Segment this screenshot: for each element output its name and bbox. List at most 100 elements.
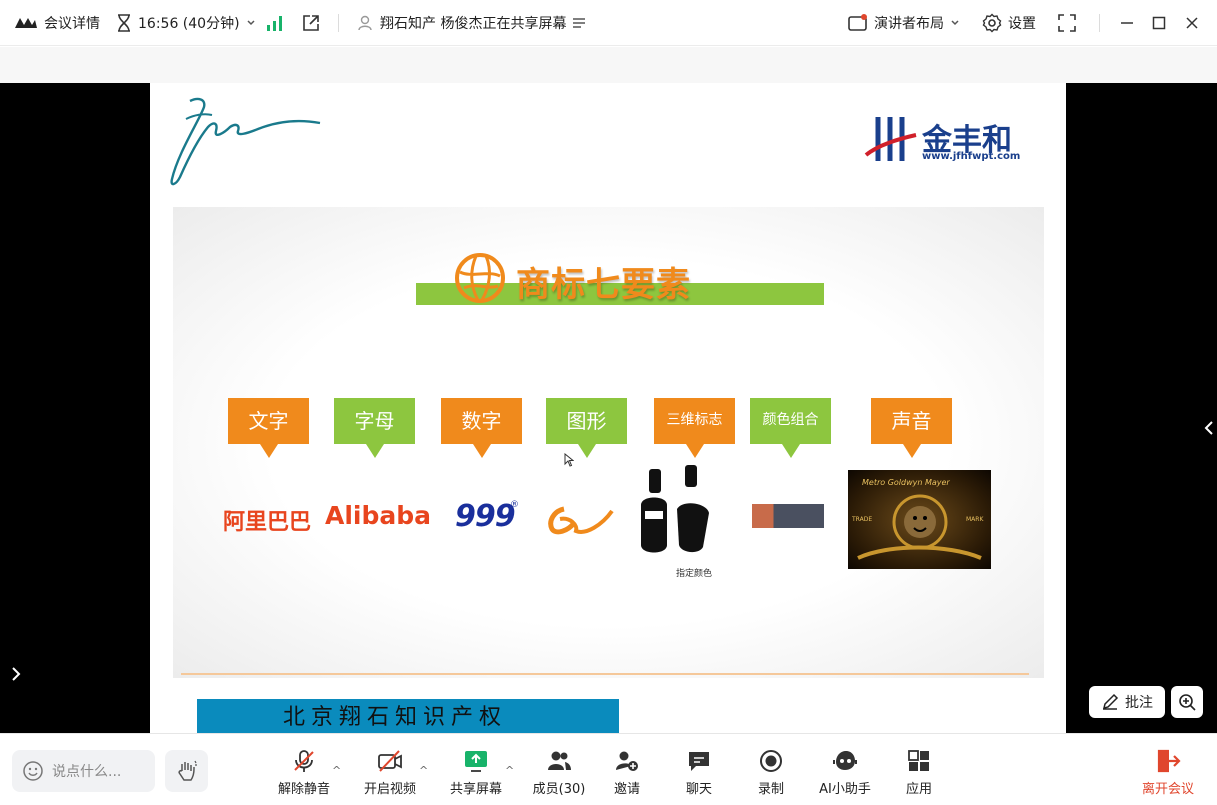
maximize-button[interactable]: [1152, 0, 1166, 46]
gear-icon: [982, 13, 1002, 33]
tag-letters: 字母: [334, 398, 415, 458]
mic-muted-icon: [294, 750, 314, 772]
minimize-icon: [1120, 16, 1134, 30]
tag-label: 文字: [248, 409, 289, 433]
popout-button[interactable]: [302, 0, 320, 46]
layout-dropdown[interactable]: 演讲者布局: [848, 0, 960, 46]
bottom-toolbar: 说点什么... 解除静音 ^ 开启视频 ^ 共享屏幕 ^ 成员(30) 邀请 聊…: [0, 733, 1217, 805]
tag-3d-mark: 三维标志: [654, 398, 735, 458]
meeting-details-label: 会议详情: [44, 16, 100, 32]
record-button[interactable]: 录制: [733, 748, 809, 797]
meeting-time[interactable]: 16:56 (40分钟): [116, 0, 256, 46]
ai-assistant-icon: [833, 751, 857, 770]
invite-label: 邀请: [613, 782, 640, 797]
audio-options-caret-icon[interactable]: ^: [332, 764, 341, 777]
pencil-icon: [1101, 693, 1119, 711]
chat-button[interactable]: 聊天: [661, 748, 737, 797]
mgm-logo: Metro Goldwyn Mayer TRADE MARK: [848, 470, 991, 569]
tag-numbers: 数字: [441, 398, 522, 458]
record-icon: [760, 750, 782, 772]
camera-off-icon: [378, 750, 402, 772]
annotate-label: 批注: [1125, 695, 1153, 711]
close-icon: [1185, 16, 1199, 30]
chevron-right-icon[interactable]: [10, 663, 22, 687]
chat-placeholder: 说点什么...: [52, 764, 122, 780]
apps-grid-icon: [908, 750, 929, 771]
registered-icon: ®: [510, 500, 519, 510]
chat-label: 聊天: [685, 782, 712, 797]
tag-label: 声音: [891, 409, 932, 433]
ai-assistant-label: AI小助手: [819, 782, 871, 797]
tag-label: 数字: [461, 409, 502, 433]
members-label: 成员(30): [532, 782, 586, 797]
meeting-details-button[interactable]: 会议详情: [14, 0, 100, 46]
share-screen-button[interactable]: 共享屏幕: [438, 748, 514, 797]
tag-sound: 声音: [871, 398, 952, 458]
fullscreen-button[interactable]: [1058, 0, 1076, 46]
zoom-button[interactable]: [1171, 686, 1203, 718]
tag-label: 图形: [566, 409, 607, 433]
sharing-status-label: 翔石知产 杨俊杰正在共享屏幕: [380, 16, 567, 32]
unmute-button[interactable]: 解除静音: [266, 748, 342, 797]
leave-meeting-label: 离开会议: [1141, 782, 1194, 797]
video-options-caret-icon[interactable]: ^: [419, 764, 428, 777]
hand-icon: [175, 759, 199, 783]
signal-bars-icon: [266, 15, 284, 31]
company-banner: 北京翔石知识产权: [197, 699, 619, 733]
members-button[interactable]: 成员(30): [521, 748, 597, 797]
smiley-icon: [22, 760, 44, 782]
chat-bubble-icon: [689, 752, 709, 771]
tag-color-combo: 颜色组合: [750, 398, 831, 458]
top-bar: 会议详情 16:56 (40分钟) 翔石知产 杨俊杰正在共享屏幕 演讲者布局 设…: [0, 0, 1217, 46]
ai-assistant-button[interactable]: AI小助手: [807, 748, 883, 797]
maximize-icon: [1152, 16, 1166, 30]
hourglass-icon: [116, 14, 132, 32]
raise-hand-button[interactable]: [165, 750, 208, 792]
invite-button[interactable]: 邀请: [589, 748, 665, 797]
layout-icon: [848, 14, 868, 32]
sample-number-mark: 999: [455, 499, 516, 534]
meeting-time-label: 16:56 (40分钟): [138, 16, 240, 32]
minimize-button[interactable]: [1120, 0, 1134, 46]
chat-input[interactable]: 说点什么...: [12, 750, 155, 792]
chevron-left-icon[interactable]: [1204, 417, 1214, 441]
lion-icon: [857, 494, 982, 560]
sharing-status[interactable]: 翔石知产 杨俊杰正在共享屏幕: [356, 0, 586, 46]
external-link-icon: [302, 14, 320, 32]
color-combo-swatch: [752, 504, 824, 528]
brand-url: www.jfhfwpt.com: [922, 151, 1021, 162]
tag-text: 文字: [228, 398, 309, 458]
close-button[interactable]: [1185, 0, 1199, 46]
start-video-label: 开启视频: [363, 782, 416, 797]
share-options-caret-icon[interactable]: ^: [505, 764, 514, 777]
settings-button[interactable]: 设置: [982, 0, 1036, 46]
start-video-button[interactable]: 开启视频: [352, 748, 428, 797]
tag-graphics: 图形: [546, 398, 627, 458]
zoom-in-icon: [1178, 693, 1196, 711]
list-icon: [572, 17, 586, 29]
content-panel: 商标七要素 文字 字母 数字 图形 三维标志 颜色组合 声音 阿里巴巴 Alib…: [173, 207, 1044, 678]
mouse-cursor-icon: [564, 452, 575, 471]
slide: 金丰和 www.jfhfwpt.com 商标七要素 文字 字母 数字 图形 三维…: [150, 83, 1066, 733]
settings-label: 设置: [1008, 16, 1036, 32]
unmute-label: 解除静音: [277, 782, 330, 797]
annotate-button[interactable]: 批注: [1089, 686, 1165, 718]
title-globe-icon: [454, 252, 506, 304]
leave-meeting-button[interactable]: 离开会议: [1130, 748, 1206, 797]
app-logo-icon: [14, 16, 38, 30]
chevron-down-icon: [950, 18, 960, 28]
apps-label: 应用: [905, 782, 932, 797]
apps-button[interactable]: 应用: [881, 748, 957, 797]
separator: [1099, 14, 1100, 32]
tag-label: 颜色组合: [762, 412, 819, 429]
signature-logo: [168, 93, 324, 193]
network-signal[interactable]: [266, 0, 284, 46]
share-screen-label: 共享屏幕: [449, 782, 502, 797]
bottle-caption: 指定颜色: [676, 569, 713, 579]
brand-logo: 金丰和 www.jfhfwpt.com: [864, 115, 1024, 165]
share-screen-icon: [465, 751, 487, 772]
members-icon: [548, 751, 571, 770]
separator: [338, 14, 339, 32]
sample-letter-mark: Alibaba: [325, 501, 432, 530]
panel-divider: [181, 673, 1029, 675]
